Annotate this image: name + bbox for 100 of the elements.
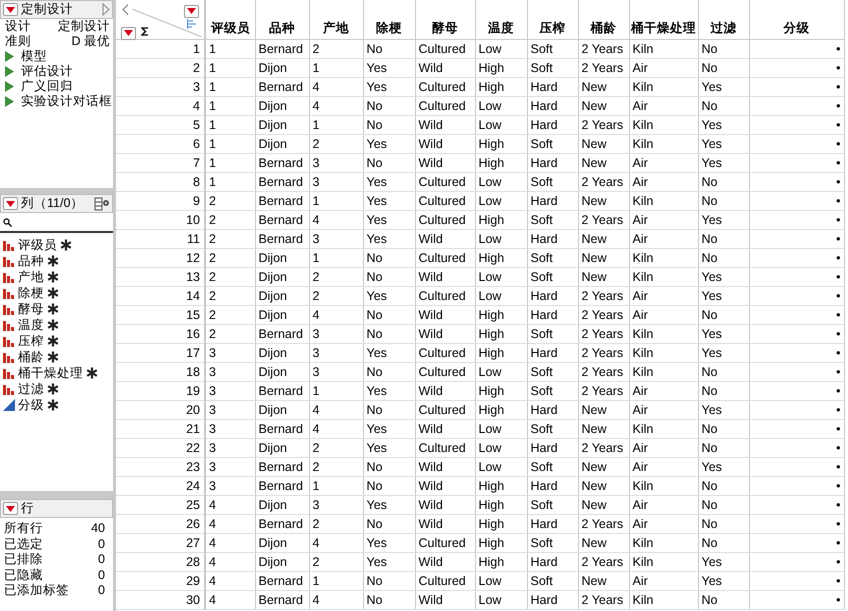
row-number[interactable]: 5	[193, 118, 200, 132]
table-cell: New	[582, 574, 607, 588]
dropdown-button[interactable]	[3, 3, 18, 16]
column-name[interactable]: 除梗	[18, 284, 44, 302]
row-number[interactable]: 1	[193, 42, 200, 56]
table-cell: •	[836, 384, 840, 398]
row-number[interactable]: 22	[186, 441, 200, 455]
row-number[interactable]: 18	[186, 365, 200, 379]
row-number[interactable]: 3	[193, 80, 200, 94]
column-header[interactable]: 评级员	[210, 21, 250, 35]
table-cell: Air	[632, 403, 648, 417]
table-cell: 2	[312, 517, 320, 531]
column-name[interactable]: 温度	[18, 316, 44, 334]
row-number[interactable]: 30	[186, 593, 200, 607]
row-number[interactable]: 9	[193, 194, 200, 208]
row-number[interactable]: 17	[186, 346, 200, 360]
table-cell: 4	[312, 536, 320, 550]
table-cell: Yes	[702, 289, 722, 303]
asterisk-icon[interactable]	[47, 319, 59, 331]
dropdown-button[interactable]	[184, 4, 199, 18]
row-number[interactable]: 19	[186, 384, 200, 398]
table-cell: No	[366, 118, 382, 132]
column-name[interactable]: 分级	[18, 396, 44, 414]
outline-item[interactable]: 广义回归	[21, 78, 73, 95]
table-cell: Wild	[418, 593, 443, 607]
outline-item[interactable]: 模型	[21, 48, 47, 65]
table-cell: Wild	[418, 118, 443, 132]
row-number[interactable]: 28	[186, 555, 200, 569]
asterisk-icon[interactable]	[47, 255, 59, 267]
table-cell: 3	[312, 156, 320, 170]
row-number[interactable]: 7	[193, 156, 200, 170]
list-icon[interactable]	[187, 19, 196, 29]
dropdown-button[interactable]	[121, 26, 136, 40]
row-number[interactable]: 14	[186, 289, 200, 303]
row-number[interactable]: 15	[186, 308, 200, 322]
table-cell: Soft	[530, 251, 553, 265]
disclosure-icon[interactable]	[5, 96, 14, 107]
column-name[interactable]: 产地	[18, 268, 44, 286]
row-number[interactable]: 23	[186, 460, 200, 474]
row-number[interactable]: 10	[186, 213, 200, 227]
asterisk-icon[interactable]	[47, 335, 59, 347]
row-number[interactable]: 20	[186, 403, 200, 417]
dropdown-button[interactable]	[3, 502, 18, 515]
disclosure-icon[interactable]	[5, 81, 14, 92]
row-number[interactable]: 6	[193, 137, 200, 151]
column-name[interactable]: 品种	[18, 252, 44, 270]
column-header[interactable]: 酵母	[432, 21, 458, 35]
asterisk-icon[interactable]	[47, 351, 59, 363]
row-number[interactable]: 16	[186, 327, 200, 341]
asterisk-icon[interactable]	[86, 367, 98, 379]
row-number[interactable]: 12	[186, 251, 200, 265]
column-header[interactable]: 品种	[269, 21, 295, 35]
row-number[interactable]: 25	[186, 498, 200, 512]
outline-item[interactable]: 实验设计对话框	[21, 93, 112, 110]
row-number[interactable]: 27	[186, 536, 200, 550]
row-number[interactable]: 2	[193, 61, 200, 75]
column-name[interactable]: 桶干燥处理	[18, 364, 83, 382]
outline-item[interactable]: 评估设计	[21, 63, 73, 80]
row-number[interactable]: 24	[186, 479, 200, 493]
column-header[interactable]: 压榨	[540, 21, 566, 35]
column-name[interactable]: 过滤	[18, 380, 44, 398]
column-header[interactable]: 温度	[488, 21, 514, 35]
column-header[interactable]: 除梗	[376, 21, 402, 35]
column-name[interactable]: 桶龄	[18, 348, 44, 366]
disclosure-icon[interactable]	[5, 51, 14, 62]
asterisk-icon[interactable]	[47, 303, 59, 315]
column-name[interactable]: 压榨	[18, 332, 44, 350]
table-cell: Cultured	[418, 574, 466, 588]
column-name[interactable]: 酵母	[18, 300, 44, 318]
table-cell: Bernard	[258, 42, 303, 56]
column-header[interactable]: 桶干燥处理	[631, 21, 696, 35]
column-header[interactable]: 产地	[323, 21, 349, 35]
asterisk-icon[interactable]	[60, 239, 72, 251]
disclosure-icon[interactable]	[5, 66, 14, 77]
row-stat-value: 0	[98, 568, 105, 583]
column-header[interactable]: 分级	[784, 21, 810, 35]
table-cell: •	[836, 175, 840, 189]
sigma-icon[interactable]	[141, 27, 149, 36]
column-name[interactable]: 评级员	[18, 236, 57, 254]
table-cell: High	[478, 327, 504, 341]
table-cell: Low	[478, 441, 502, 455]
divider-line	[132, 9, 202, 37]
row-number[interactable]: 11	[187, 232, 200, 246]
column-header[interactable]: 桶龄	[590, 21, 616, 35]
search-icon[interactable]	[3, 218, 12, 226]
row-number[interactable]: 21	[186, 422, 200, 436]
asterisk-icon[interactable]	[47, 287, 59, 299]
table-cell: Yes	[366, 289, 387, 303]
column-header[interactable]: 过滤	[710, 21, 736, 35]
row-number[interactable]: 29	[186, 574, 200, 588]
row-number[interactable]: 26	[186, 517, 200, 531]
dropdown-button[interactable]	[3, 197, 18, 210]
asterisk-icon[interactable]	[47, 271, 59, 283]
asterisk-icon[interactable]	[47, 399, 59, 411]
columns-settings-icon[interactable]	[94, 196, 110, 210]
asterisk-icon[interactable]	[47, 383, 59, 395]
row-number[interactable]: 8	[193, 175, 200, 189]
play-icon[interactable]	[102, 3, 110, 16]
row-number[interactable]: 13	[186, 270, 200, 284]
row-number[interactable]: 4	[193, 99, 200, 113]
